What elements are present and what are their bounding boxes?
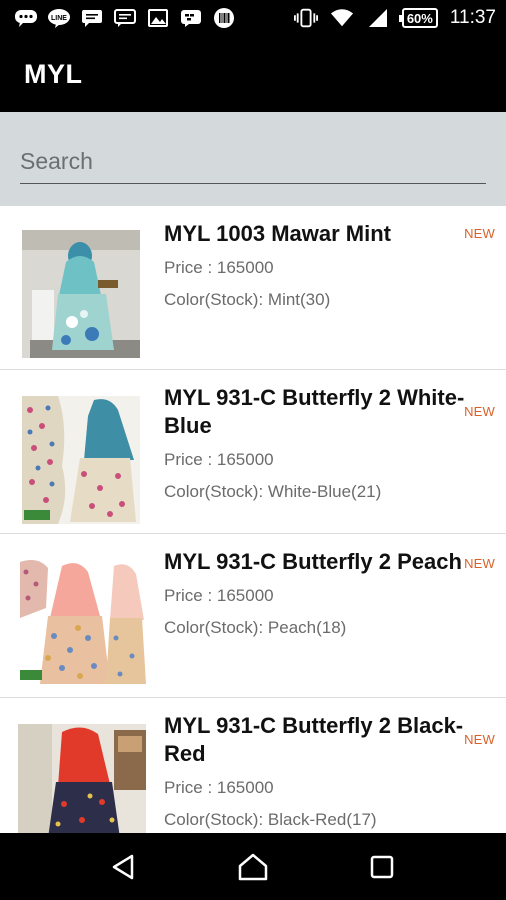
product-color-stock: Color(Stock): Mint(30) [164, 290, 331, 309]
wifi-icon [330, 8, 354, 28]
back-icon [113, 854, 134, 879]
product-list[interactable]: MYL 1003 Mawar Mint Price : 165000 Color… [0, 206, 506, 833]
product-thumbnail [18, 558, 146, 686]
clock: 11:37 [449, 7, 496, 28]
navigation-bar [0, 833, 506, 900]
svg-text:LINE: LINE [51, 15, 67, 22]
sms-icon [80, 8, 104, 28]
new-badge: NEW [464, 404, 495, 419]
product-name: MYL 931-C Butterfly 2 White-Blue [164, 385, 465, 438]
product-price: Price : 165000 [164, 778, 274, 797]
recents-button[interactable] [352, 837, 412, 897]
home-button[interactable] [223, 837, 283, 897]
barcode-icon [212, 8, 236, 28]
product-price: Price : 165000 [164, 450, 274, 469]
new-badge: NEW [464, 556, 495, 571]
list-item[interactable]: MYL 931-C Butterfly 2 Peach Price : 1650… [0, 534, 506, 698]
product-thumbnail [22, 230, 140, 358]
battery-icon: 60% [398, 8, 438, 28]
notification-icons: LINE [0, 8, 236, 28]
bbm-icon [179, 8, 203, 28]
signal-icon [366, 8, 390, 28]
recents-icon [370, 855, 393, 878]
search-input[interactable] [20, 140, 486, 184]
product-name: MYL 1003 Mawar Mint [164, 221, 391, 246]
status-bar: LINE 60% 11:37 [0, 0, 506, 36]
messages-icon [113, 8, 137, 28]
product-thumbnail [18, 724, 146, 833]
product-price: Price : 165000 [164, 258, 274, 277]
product-thumbnail [22, 396, 140, 524]
chat-icon [14, 8, 38, 28]
product-price: Price : 165000 [164, 586, 274, 605]
product-color-stock: Color(Stock): Peach(18) [164, 618, 347, 637]
home-icon [238, 853, 268, 880]
search-area [0, 112, 506, 206]
app-title: MYL [24, 58, 83, 89]
back-button[interactable] [94, 837, 154, 897]
list-item[interactable]: MYL 931-C Butterfly 2 White-Blue Price :… [0, 370, 506, 534]
product-name: MYL 931-C Butterfly 2 Black-Red [164, 713, 464, 766]
gallery-icon [146, 8, 170, 28]
new-badge: NEW [464, 732, 495, 747]
list-item[interactable]: MYL 1003 Mawar Mint Price : 165000 Color… [0, 206, 506, 370]
product-color-stock: Color(Stock): Black-Red(17) [164, 810, 377, 829]
list-item[interactable]: MYL 931-C Butterfly 2 Black-Red Price : … [0, 698, 506, 833]
new-badge: NEW [464, 226, 495, 241]
vibrate-icon [293, 8, 318, 28]
product-color-stock: Color(Stock): White-Blue(21) [164, 482, 382, 501]
app-bar: MYL [0, 36, 506, 112]
product-name: MYL 931-C Butterfly 2 Peach [164, 549, 462, 574]
line-icon: LINE [47, 8, 71, 28]
